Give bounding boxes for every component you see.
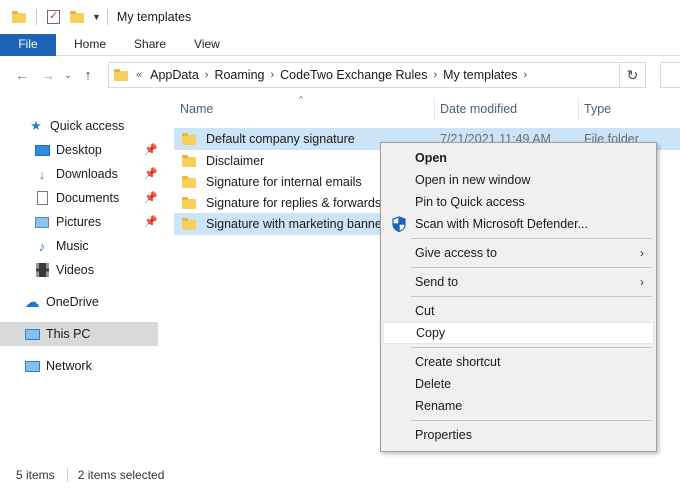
menu-item-pin-quick-access[interactable]: Pin to Quick access (383, 191, 654, 213)
refresh-icon[interactable]: ↻ (619, 63, 645, 87)
document-icon (34, 190, 50, 206)
sidebar-item-downloads[interactable]: ↓ Downloads 📌 (0, 162, 158, 186)
menu-item-create-shortcut[interactable]: Create shortcut (383, 351, 654, 373)
selection-count: 2 items selected (77, 468, 165, 482)
folder-icon (182, 133, 196, 145)
properties-icon[interactable] (47, 9, 60, 24)
chevron-right-icon[interactable]: › (270, 69, 274, 81)
recent-locations-chevron-icon[interactable]: ⌄ (62, 65, 74, 85)
breadcrumb-my-templates[interactable]: My templates (443, 68, 517, 82)
folder-icon (182, 155, 196, 167)
folder-icon (12, 11, 26, 23)
column-divider[interactable] (434, 98, 435, 120)
ribbon-tabs: File Home Share View (0, 34, 680, 56)
status-divider (66, 468, 68, 482)
sidebar-item-quick-access[interactable]: ★ Quick access (0, 114, 158, 138)
menu-item-delete[interactable]: Delete (383, 373, 654, 395)
column-divider[interactable] (578, 98, 579, 120)
search-input[interactable] (660, 62, 680, 88)
breadcrumb-roaming[interactable]: Roaming (214, 68, 264, 82)
chevron-right-icon[interactable]: › (205, 69, 209, 81)
back-arrow-icon[interactable]: ← (12, 65, 32, 85)
pin-icon[interactable]: 📌 (144, 167, 158, 180)
column-date-modified[interactable]: Date modified (440, 102, 517, 116)
menu-item-scan-defender[interactable]: Scan with Microsoft Defender... (383, 213, 654, 235)
menu-item-cut[interactable]: Cut (383, 300, 654, 322)
navigation-bar: ← → ⌄ ↑ « AppData › Roaming › CodeTwo Ex… (0, 56, 680, 94)
folder-icon (182, 197, 196, 209)
column-name[interactable]: Name (180, 102, 213, 116)
tab-home[interactable]: Home (60, 34, 120, 56)
pin-icon[interactable]: 📌 (144, 191, 158, 204)
menu-item-open-new-window[interactable]: Open in new window (383, 169, 654, 191)
title-bar: ▼ My templates (0, 0, 680, 34)
star-icon: ★ (30, 118, 42, 133)
sidebar-item-documents[interactable]: Documents 📌 (0, 186, 158, 210)
column-type[interactable]: Type (584, 102, 611, 116)
navigation-pane: ★ Quick access Desktop 📌 ↓ Downloads 📌 D… (0, 94, 160, 458)
menu-separator (411, 267, 652, 268)
sort-ascending-icon: ^ (299, 94, 304, 104)
breadcrumb-codetwo[interactable]: CodeTwo Exchange Rules (280, 68, 427, 82)
menu-separator (411, 347, 652, 348)
pin-icon[interactable]: 📌 (144, 215, 158, 228)
breadcrumb-appdata[interactable]: AppData (150, 68, 199, 82)
pictures-icon (34, 214, 50, 230)
sidebar-item-videos[interactable]: Videos (0, 258, 158, 282)
pin-icon[interactable]: 📌 (144, 143, 158, 156)
folder-icon (114, 69, 128, 81)
forward-arrow-icon[interactable]: → (38, 65, 58, 85)
download-arrow-icon: ↓ (38, 166, 46, 182)
customize-toolbar-chevron-icon[interactable]: ▼ (92, 12, 101, 22)
up-arrow-icon[interactable]: ↑ (78, 65, 98, 85)
sidebar-item-network[interactable]: Network (0, 354, 158, 378)
tab-file[interactable]: File (0, 34, 56, 56)
toolbar-separator (36, 9, 37, 25)
menu-item-give-access[interactable]: Give access to › (383, 242, 654, 264)
breadcrumb-overflow[interactable]: « (136, 69, 142, 81)
network-icon (24, 358, 40, 374)
new-folder-icon[interactable] (70, 11, 84, 23)
chevron-right-icon: › (640, 275, 644, 289)
status-bar: 5 items 2 items selected (0, 462, 680, 488)
menu-item-rename[interactable]: Rename (383, 395, 654, 417)
list-item[interactable]: Signature with marketing banner (174, 213, 392, 235)
menu-item-send-to[interactable]: Send to › (383, 271, 654, 293)
cloud-icon: ☁ (24, 294, 40, 311)
window-title: My templates (116, 10, 192, 24)
videos-icon (34, 262, 50, 278)
menu-separator (411, 296, 652, 297)
folder-icon (182, 176, 196, 188)
sidebar-item-music[interactable]: ♪ Music (0, 234, 158, 258)
context-menu: Open Open in new window Pin to Quick acc… (380, 142, 657, 452)
chevron-right-icon: › (640, 246, 644, 260)
sidebar-item-this-pc[interactable]: This PC (0, 322, 158, 346)
desktop-icon (34, 142, 50, 158)
item-count: 5 items (16, 468, 55, 482)
music-note-icon: ♪ (38, 238, 46, 254)
tab-view[interactable]: View (180, 34, 234, 56)
sidebar-item-onedrive[interactable]: ☁ OneDrive (0, 290, 158, 314)
chevron-right-icon[interactable]: › (523, 69, 527, 81)
tab-share[interactable]: Share (120, 34, 180, 56)
address-bar[interactable]: « AppData › Roaming › CodeTwo Exchange R… (108, 62, 646, 88)
column-headers: ^ Name Date modified Type (160, 94, 680, 126)
menu-item-copy[interactable]: Copy (383, 322, 654, 344)
menu-item-properties[interactable]: Properties (383, 424, 654, 446)
toolbar-separator (106, 9, 108, 25)
menu-separator (411, 420, 652, 421)
sidebar-item-desktop[interactable]: Desktop 📌 (0, 138, 158, 162)
menu-item-open[interactable]: Open (383, 147, 654, 169)
menu-separator (411, 238, 652, 239)
monitor-icon (24, 326, 40, 342)
folder-icon (182, 218, 196, 230)
chevron-right-icon[interactable]: › (433, 69, 437, 81)
defender-shield-icon (392, 216, 406, 232)
sidebar-item-pictures[interactable]: Pictures 📌 (0, 210, 158, 234)
